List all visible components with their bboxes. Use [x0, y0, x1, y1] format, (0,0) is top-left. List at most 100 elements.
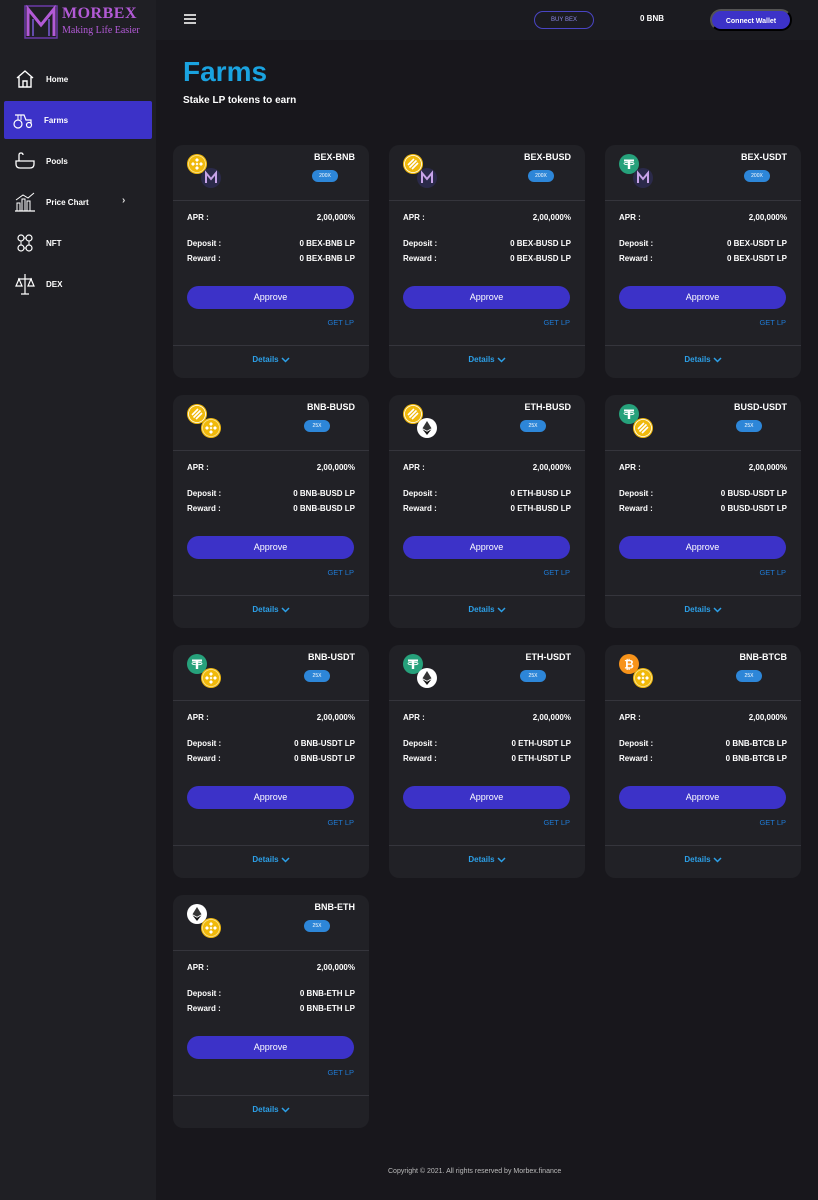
details-toggle[interactable]: Details — [605, 855, 801, 864]
get-lp-link[interactable]: GET LP — [543, 818, 570, 827]
apr-label: APR : — [403, 463, 425, 472]
apr-value: 2,00,000% — [316, 713, 355, 722]
brand-logo[interactable]: MORBEX Making Life Easier — [24, 3, 144, 39]
farm-pair-name: ETH-USDT — [525, 652, 572, 662]
buy-bex-button[interactable]: BUY BEX — [534, 11, 594, 29]
multiplier-badge: 25X — [520, 670, 546, 682]
multiplier-badge: 25X — [736, 670, 762, 682]
details-toggle[interactable]: Details — [605, 355, 801, 364]
details-toggle[interactable]: Details — [173, 605, 369, 614]
get-lp-link[interactable]: GET LP — [327, 568, 354, 577]
brand-name: MORBEX — [62, 5, 137, 22]
details-label: Details — [684, 855, 711, 864]
approve-button[interactable]: Approve — [619, 286, 786, 309]
deposit-row: Deposit : 0 BNB-BUSD LP — [187, 489, 355, 498]
farm-pair-name: BEX-BNB — [313, 152, 355, 162]
farm-card-header: BNB-ETH 25X — [173, 895, 369, 951]
sidebar-item-dex[interactable]: DEX — [0, 265, 156, 303]
get-lp-link[interactable]: GET LP — [759, 568, 786, 577]
divider — [173, 595, 369, 596]
deposit-row: Deposit : 0 ETH-BUSD LP — [403, 489, 571, 498]
get-lp-link[interactable]: GET LP — [543, 568, 570, 577]
details-label: Details — [252, 855, 279, 864]
sidebar-item-label: Farms — [44, 115, 69, 125]
details-label: Details — [468, 605, 495, 614]
reward-value: 0 BEX-BNB LP — [299, 254, 355, 263]
deposit-row: Deposit : 0 BUSD-USDT LP — [619, 489, 787, 498]
deposit-value: 0 BEX-BUSD LP — [510, 239, 571, 248]
sidebar: MORBEX Making Life Easier Home Farms Poo… — [0, 0, 156, 1200]
approve-button[interactable]: Approve — [187, 1036, 354, 1059]
approve-button[interactable]: Approve — [187, 786, 354, 809]
get-lp-link[interactable]: GET LP — [327, 318, 354, 327]
tractor-icon — [12, 109, 34, 131]
details-label: Details — [252, 355, 279, 364]
multiplier-badge: 25X — [304, 670, 330, 682]
sidebar-item-home[interactable]: Home — [0, 60, 156, 98]
chevron-down-icon — [281, 607, 290, 613]
farm-card: ETH-USDT 25X APR : 2,00,000% Deposit : 0 ETH-… — [389, 645, 585, 878]
chevron-right-icon: › — [122, 195, 126, 206]
divider — [389, 845, 585, 846]
reward-value: 0 BEX-USDT LP — [726, 254, 787, 263]
get-lp-link[interactable]: GET LP — [327, 1068, 354, 1077]
apr-value: 2,00,000% — [316, 213, 355, 222]
apr-value: 2,00,000% — [532, 713, 571, 722]
approve-button[interactable]: Approve — [619, 536, 786, 559]
details-toggle[interactable]: Details — [389, 605, 585, 614]
sidebar-item-farms[interactable]: Farms — [4, 101, 152, 139]
approve-button[interactable]: Approve — [619, 786, 786, 809]
bnb-coin-icon — [201, 918, 221, 938]
deposit-row: Deposit : 0 BNB-USDT LP — [187, 739, 355, 748]
reward-label: Reward : — [403, 754, 437, 763]
deposit-value: 0 ETH-USDT LP — [511, 739, 571, 748]
reward-row: Reward : 0 BNB-ETH LP — [187, 1004, 355, 1013]
menu-icon[interactable] — [184, 14, 196, 24]
details-toggle[interactable]: Details — [389, 355, 585, 364]
apr-row: APR : 2,00,000% — [619, 713, 787, 722]
approve-button[interactable]: Approve — [187, 286, 354, 309]
farm-card-header: ETH-USDT 25X — [389, 645, 585, 701]
reward-row: Reward : 0 BNB-BTCB LP — [619, 754, 787, 763]
connect-wallet-button[interactable]: Connect Wallet — [710, 9, 792, 31]
reward-label: Reward : — [619, 504, 653, 513]
sidebar-item-nft[interactable]: NFT — [0, 224, 156, 262]
details-toggle[interactable]: Details — [173, 1105, 369, 1114]
details-label: Details — [252, 1105, 279, 1114]
morbex-logo-icon — [24, 4, 58, 39]
get-lp-link[interactable]: GET LP — [759, 818, 786, 827]
top-bar: BUY BEX 0 BNB Connect Wallet — [156, 0, 818, 40]
footer-copyright: Copyright © 2021. All rights reserved by… — [388, 1168, 562, 1175]
divider — [173, 1095, 369, 1096]
multiplier-badge: 200X — [744, 170, 770, 182]
approve-button[interactable]: Approve — [403, 786, 570, 809]
details-toggle[interactable]: Details — [173, 355, 369, 364]
multiplier-badge: 25X — [304, 920, 330, 932]
details-toggle[interactable]: Details — [173, 855, 369, 864]
apr-value: 2,00,000% — [748, 213, 787, 222]
approve-button[interactable]: Approve — [187, 536, 354, 559]
farm-card: BNB-BUSD 25X APR : 2,00,000% Deposit : 0 BNB-… — [173, 395, 369, 628]
deposit-row: Deposit : 0 BNB-ETH LP — [187, 989, 355, 998]
approve-button[interactable]: Approve — [403, 286, 570, 309]
get-lp-link[interactable]: GET LP — [759, 318, 786, 327]
sidebar-item-pools[interactable]: Pools — [0, 142, 156, 180]
reward-row: Reward : 0 BUSD-USDT LP — [619, 504, 787, 513]
details-toggle[interactable]: Details — [605, 605, 801, 614]
apr-row: APR : 2,00,000% — [187, 213, 355, 222]
get-lp-link[interactable]: GET LP — [327, 818, 354, 827]
apr-label: APR : — [403, 213, 425, 222]
chevron-down-icon — [713, 857, 722, 863]
chevron-down-icon — [281, 357, 290, 363]
details-toggle[interactable]: Details — [389, 855, 585, 864]
deposit-label: Deposit : — [187, 239, 222, 248]
farm-pair-name: BNB-ETH — [314, 902, 356, 912]
get-lp-link[interactable]: GET LP — [543, 318, 570, 327]
sidebar-item-price-chart[interactable]: Price Chart › — [0, 183, 156, 221]
page-subtitle: Stake LP tokens to earn — [183, 95, 297, 106]
approve-button[interactable]: Approve — [403, 536, 570, 559]
eth-coin-icon — [417, 418, 437, 438]
apr-label: APR : — [187, 963, 209, 972]
farm-card-header: BUSD-USDT 25X — [605, 395, 801, 451]
deposit-row: Deposit : 0 ETH-USDT LP — [403, 739, 571, 748]
